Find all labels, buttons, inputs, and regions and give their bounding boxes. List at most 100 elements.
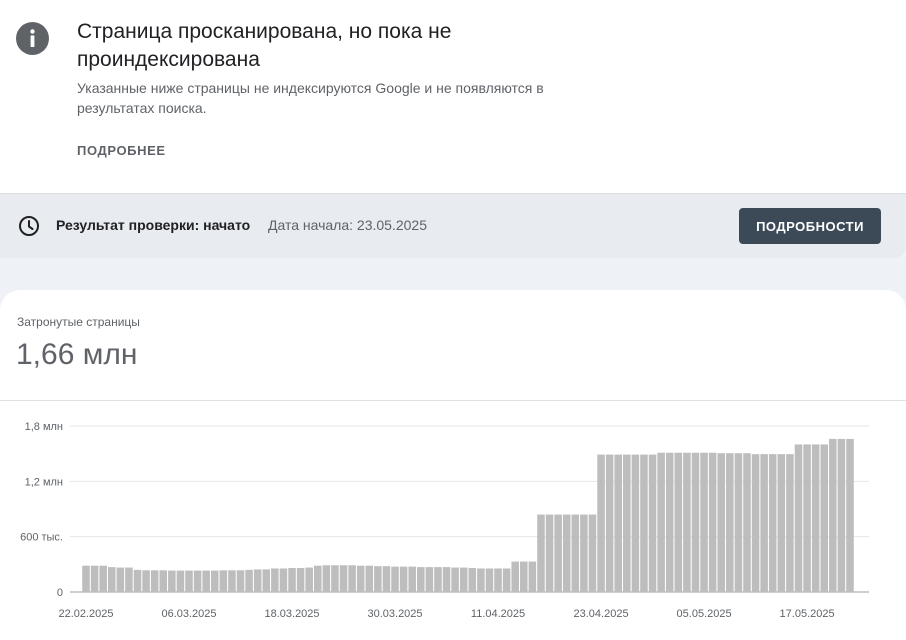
chart-bar[interactable]: [674, 452, 683, 592]
chart-bar[interactable]: [768, 454, 777, 592]
chart-bar[interactable]: [743, 453, 751, 592]
chart-bar[interactable]: [511, 561, 519, 592]
affected-pages-card: Затронутые страницы 1,66 млн 0 600 тыс. 1,…: [0, 290, 906, 640]
x-tick-label: 23.04.2025: [574, 608, 629, 620]
chart-bar[interactable]: [837, 438, 846, 592]
chart-bar[interactable]: [279, 568, 288, 592]
chart-bar[interactable]: [571, 514, 580, 592]
x-tick-label: 22.02.2025: [58, 608, 113, 620]
chart-bar[interactable]: [185, 570, 193, 592]
chart-bar[interactable]: [734, 453, 743, 592]
chart-bar[interactable]: [391, 566, 399, 592]
chart-bar[interactable]: [425, 567, 434, 592]
chart-bar[interactable]: [580, 514, 588, 592]
chart-bar[interactable]: [305, 567, 313, 592]
chart-bar[interactable]: [408, 566, 416, 592]
chart-bar[interactable]: [794, 444, 803, 592]
chart-bar[interactable]: [726, 453, 734, 592]
chart-bar[interactable]: [528, 561, 537, 592]
chart-bar[interactable]: [751, 454, 760, 592]
chart-bar[interactable]: [494, 568, 502, 592]
chart-bar[interactable]: [176, 570, 185, 592]
chart-bar[interactable]: [614, 454, 622, 592]
chart-bar[interactable]: [717, 453, 726, 592]
chart-bar[interactable]: [296, 568, 305, 592]
chart-bar[interactable]: [640, 454, 648, 592]
chart-bar[interactable]: [537, 514, 545, 592]
chart-bar[interactable]: [459, 567, 468, 592]
chart-bar[interactable]: [314, 565, 322, 592]
chart-bar[interactable]: [168, 570, 176, 592]
chart-bar[interactable]: [382, 566, 391, 592]
chart-bar[interactable]: [820, 444, 829, 592]
chart-bar[interactable]: [657, 452, 665, 592]
validation-status: Результат проверки: начато: [56, 217, 251, 233]
chart-bar[interactable]: [554, 514, 562, 592]
chart-bar[interactable]: [520, 561, 528, 592]
chart-bar[interactable]: [99, 565, 107, 592]
chart-bar[interactable]: [133, 569, 142, 592]
chart-bar[interactable]: [760, 454, 768, 592]
chart-bar[interactable]: [90, 565, 99, 592]
chart-bar[interactable]: [485, 568, 494, 592]
chart-bar[interactable]: [116, 567, 125, 592]
chart-bar[interactable]: [588, 514, 597, 592]
chart-bar[interactable]: [339, 565, 348, 592]
chart-bar[interactable]: [811, 444, 820, 592]
chart-bar[interactable]: [202, 570, 210, 592]
chart-bar[interactable]: [365, 565, 374, 592]
x-tick-label: 30.03.2025: [367, 608, 422, 620]
chart-bar[interactable]: [829, 438, 837, 592]
chart-bar[interactable]: [356, 565, 365, 592]
chart-bar[interactable]: [786, 454, 794, 592]
chart-bar[interactable]: [399, 566, 408, 592]
chart-bar[interactable]: [150, 570, 159, 592]
chart-bar[interactable]: [803, 444, 811, 592]
x-tick-label: 06.03.2025: [161, 608, 216, 620]
chart-bar[interactable]: [271, 568, 279, 592]
chart-bar[interactable]: [262, 569, 271, 592]
chart-bar[interactable]: [193, 570, 202, 592]
chart-bar[interactable]: [648, 454, 657, 592]
chart-bar[interactable]: [597, 454, 605, 592]
more-link[interactable]: ПОДРОБНЕЕ: [77, 143, 166, 158]
chart-bar[interactable]: [777, 454, 786, 592]
chart-bar[interactable]: [623, 454, 631, 592]
chart-bar[interactable]: [417, 567, 425, 592]
chart-bar[interactable]: [545, 514, 554, 592]
chart-bar[interactable]: [605, 454, 614, 592]
chart-bar[interactable]: [348, 565, 356, 592]
chart-bar[interactable]: [442, 567, 451, 592]
chart-bar[interactable]: [451, 567, 459, 592]
chart-bar[interactable]: [700, 452, 708, 592]
chart-bar[interactable]: [82, 565, 90, 592]
info-icon: [16, 22, 49, 55]
chart-bar[interactable]: [691, 452, 700, 592]
chart-bar[interactable]: [125, 567, 133, 592]
chart-bar[interactable]: [253, 569, 262, 592]
chart-bar[interactable]: [468, 568, 477, 592]
chart-bar[interactable]: [322, 565, 331, 592]
details-button[interactable]: ПОДРОБНОСТИ: [739, 208, 881, 244]
chart-bar[interactable]: [683, 452, 691, 592]
chart-bar[interactable]: [331, 565, 339, 592]
issue-card: Страница просканирована, но пока не прои…: [0, 0, 906, 194]
chart-bar[interactable]: [434, 567, 442, 592]
chart-bar[interactable]: [631, 454, 640, 592]
chart-bar[interactable]: [219, 570, 228, 592]
chart-bar[interactable]: [236, 570, 245, 592]
chart-bar[interactable]: [107, 567, 116, 592]
chart-bar[interactable]: [477, 568, 485, 592]
chart-bar[interactable]: [665, 452, 674, 592]
chart-bar[interactable]: [228, 570, 236, 592]
chart-bar[interactable]: [142, 570, 150, 592]
chart-bar[interactable]: [210, 570, 219, 592]
chart-bar[interactable]: [562, 514, 571, 592]
chart-bar[interactable]: [708, 452, 717, 592]
chart-bar[interactable]: [846, 438, 854, 592]
chart-bar[interactable]: [502, 568, 511, 592]
chart-bar[interactable]: [374, 566, 382, 592]
chart-bar[interactable]: [159, 570, 168, 592]
chart-bar[interactable]: [288, 568, 296, 592]
chart-bar[interactable]: [245, 569, 253, 592]
